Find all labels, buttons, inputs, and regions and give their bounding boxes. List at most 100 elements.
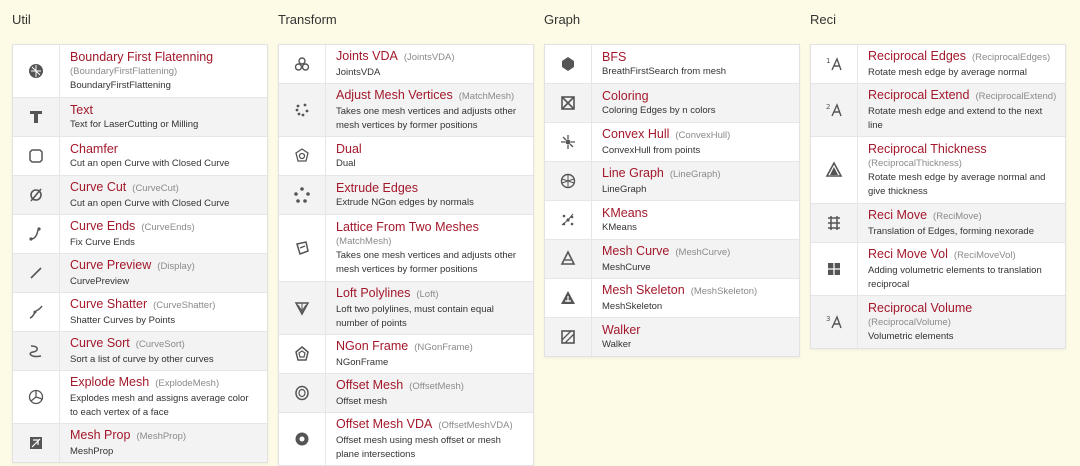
- item-title-line: Coloring: [602, 88, 789, 104]
- list-item[interactable]: Curve Cut (CurveCut) Cut an open Curve wit…: [13, 176, 267, 215]
- list-item[interactable]: Extrude Edges Extrude NGon edges by norma…: [279, 176, 533, 215]
- curve-cut-icon: [13, 176, 60, 214]
- item-name-link[interactable]: Joints VDA: [336, 49, 398, 63]
- item-text: Walker Walker: [592, 318, 799, 356]
- item-name-link[interactable]: Text: [70, 103, 93, 117]
- item-description: MeshCurve: [602, 262, 651, 273]
- item-title-line: Convex Hull (ConvexHull): [602, 126, 789, 144]
- list-item[interactable]: Chamfer Cut an open Curve with Closed Cur…: [13, 137, 267, 176]
- column-title: Graph: [544, 12, 581, 27]
- item-alias: (CurveCut): [132, 183, 179, 194]
- list-item[interactable]: Line Graph (LineGraph) LineGraph: [545, 162, 799, 201]
- item-name-link[interactable]: Convex Hull: [602, 127, 669, 141]
- list-item[interactable]: Curve Preview (Display) CurvePreview: [13, 254, 267, 293]
- mesh-prop-icon: [13, 424, 60, 462]
- item-name-link[interactable]: Curve Sort: [70, 336, 130, 350]
- ngon-frame-icon: [279, 335, 326, 373]
- item-title-line: Offset Mesh (OffsetMesh): [336, 377, 523, 395]
- item-name-link[interactable]: Curve Ends: [70, 219, 135, 233]
- reci-move-icon: [811, 204, 858, 242]
- list-item[interactable]: Curve Ends (CurveEnds) Fix Curve Ends: [13, 215, 267, 254]
- item-name-link[interactable]: Offset Mesh VDA: [336, 417, 432, 431]
- list-item[interactable]: Offset Mesh VDA (OffsetMeshVDA) Offset mes…: [279, 413, 533, 465]
- list-item[interactable]: Loft Polylines (Loft) Loft two polylines, …: [279, 282, 533, 335]
- reciprocal-edges-icon: 1: [811, 45, 858, 83]
- list-item[interactable]: Text Text for LaserCutting or Milling: [13, 98, 267, 137]
- item-name-link[interactable]: Mesh Prop: [70, 428, 130, 442]
- item-name-link[interactable]: KMeans: [602, 206, 648, 220]
- list-item[interactable]: BFS BreathFirstSearch from mesh: [545, 45, 799, 84]
- item-name-link[interactable]: Reciprocal Volume: [868, 301, 972, 315]
- list-item[interactable]: Dual Dual: [279, 137, 533, 176]
- list-item[interactable]: 3 Reciprocal Volume (ReciprocalVolume) Volu…: [811, 296, 1065, 348]
- item-name-link[interactable]: Line Graph: [602, 166, 664, 180]
- item-name-link[interactable]: Curve Cut: [70, 180, 126, 194]
- list-item[interactable]: Reci Move Vol (ReciMoveVol) Adding volumet…: [811, 243, 1065, 296]
- list-item[interactable]: Reciprocal Thickness (ReciprocalThickness…: [811, 137, 1065, 204]
- item-name-link[interactable]: Curve Preview: [70, 258, 151, 272]
- list-item[interactable]: Boundary First Flatenning (BoundaryFirstF…: [13, 45, 267, 98]
- item-text: Curve Sort (CurveSort) Sort a list of curv…: [60, 332, 267, 370]
- convex-hull-icon: [545, 123, 592, 161]
- list-item[interactable]: Joints VDA (JointsVDA) JointsVDA: [279, 45, 533, 84]
- item-description: NGonFrame: [336, 357, 389, 368]
- list-item[interactable]: Coloring Coloring Edges by n colors: [545, 84, 799, 123]
- list-item[interactable]: Mesh Curve (MeshCurve) MeshCurve: [545, 240, 799, 279]
- item-name-link[interactable]: Explode Mesh: [70, 375, 149, 389]
- item-text: Convex Hull (ConvexHull) ConvexHull from p…: [592, 123, 799, 161]
- item-alias: (OffsetMeshVDA): [438, 420, 513, 431]
- list-item[interactable]: KMeans KMeans: [545, 201, 799, 240]
- column-title: Transform: [278, 12, 337, 27]
- list-item[interactable]: Offset Mesh (OffsetMesh) Offset mesh: [279, 374, 533, 413]
- item-name-link[interactable]: Extrude Edges: [336, 181, 418, 195]
- item-description: Cut an open Curve with Closed Curve: [70, 158, 230, 169]
- list-item[interactable]: Curve Shatter (CurveShatter) Shatter Curve…: [13, 293, 267, 332]
- item-text: Reci Move (ReciMove) Translation of Edges,…: [858, 204, 1065, 242]
- item-name-link[interactable]: Curve Shatter: [70, 297, 147, 311]
- list-item[interactable]: Mesh Skeleton (MeshSkeleton) MeshSkeleton: [545, 279, 799, 318]
- column-title: Reci: [810, 12, 837, 27]
- item-text: Line Graph (LineGraph) LineGraph: [592, 162, 799, 200]
- item-name-link[interactable]: Mesh Skeleton: [602, 283, 685, 297]
- item-alias: (NGonFrame): [414, 342, 473, 353]
- item-text: Reciprocal Volume (ReciprocalVolume) Volum…: [858, 296, 1065, 348]
- item-name-link[interactable]: Boundary First Flatenning: [70, 50, 213, 64]
- list-item[interactable]: Adjust Mesh Vertices (MatchMesh) Takes one…: [279, 84, 533, 137]
- list-item[interactable]: Explode Mesh (ExplodeMesh) Explodes mesh a…: [13, 371, 267, 424]
- item-name-link[interactable]: NGon Frame: [336, 339, 408, 353]
- item-name-link[interactable]: Coloring: [602, 89, 649, 103]
- item-description: Explodes mesh and assigns average color …: [70, 393, 249, 418]
- item-description: LineGraph: [602, 184, 647, 195]
- list-item[interactable]: 1 Reciprocal Edges (ReciprocalEdges) Rotate…: [811, 45, 1065, 84]
- item-text: Explode Mesh (ExplodeMesh) Explodes mesh a…: [60, 371, 267, 423]
- item-name-link[interactable]: Adjust Mesh Vertices: [336, 88, 453, 102]
- item-name-link[interactable]: Dual: [336, 142, 362, 156]
- item-text: Reciprocal Extend (ReciprocalExtend) Rotat…: [858, 84, 1065, 136]
- item-name-link[interactable]: Reci Move Vol: [868, 247, 948, 261]
- list-item[interactable]: Mesh Prop (MeshProp) MeshProp: [13, 424, 267, 462]
- item-name-link[interactable]: Reci Move: [868, 208, 927, 222]
- item-description: Translation of Edges, forming nexorade: [868, 226, 1034, 237]
- item-name-link[interactable]: Walker: [602, 323, 640, 337]
- list-item[interactable]: Convex Hull (ConvexHull) ConvexHull from p…: [545, 123, 799, 162]
- item-name-link[interactable]: Lattice From Two Meshes: [336, 220, 479, 234]
- item-alias: (ReciprocalThickness): [868, 158, 962, 169]
- list-item[interactable]: NGon Frame (NGonFrame) NGonFrame: [279, 335, 533, 374]
- item-name-link[interactable]: Reciprocal Extend: [868, 88, 969, 102]
- item-name-link[interactable]: BFS: [602, 50, 626, 64]
- item-title-line: Walker: [602, 322, 789, 338]
- dual-icon: [279, 137, 326, 175]
- list-item[interactable]: 2 Reciprocal Extend (ReciprocalExtend) Rota…: [811, 84, 1065, 137]
- list-item[interactable]: Lattice From Two Meshes (MatchMesh) Takes …: [279, 215, 533, 282]
- item-name-link[interactable]: Reciprocal Edges: [868, 49, 966, 63]
- item-name-link[interactable]: Reciprocal Thickness: [868, 142, 987, 156]
- item-name-link[interactable]: Loft Polylines: [336, 286, 410, 300]
- list-item[interactable]: Walker Walker: [545, 318, 799, 356]
- curve-ends-icon: [13, 215, 60, 253]
- item-name-link[interactable]: Mesh Curve: [602, 244, 669, 258]
- list-item[interactable]: Reci Move (ReciMove) Translation of Edges,…: [811, 204, 1065, 243]
- item-name-link[interactable]: Chamfer: [70, 142, 118, 156]
- item-name-link[interactable]: Offset Mesh: [336, 378, 403, 392]
- list-item[interactable]: Curve Sort (CurveSort) Sort a list of curv…: [13, 332, 267, 371]
- reciprocal-volume-icon: 3: [811, 296, 858, 348]
